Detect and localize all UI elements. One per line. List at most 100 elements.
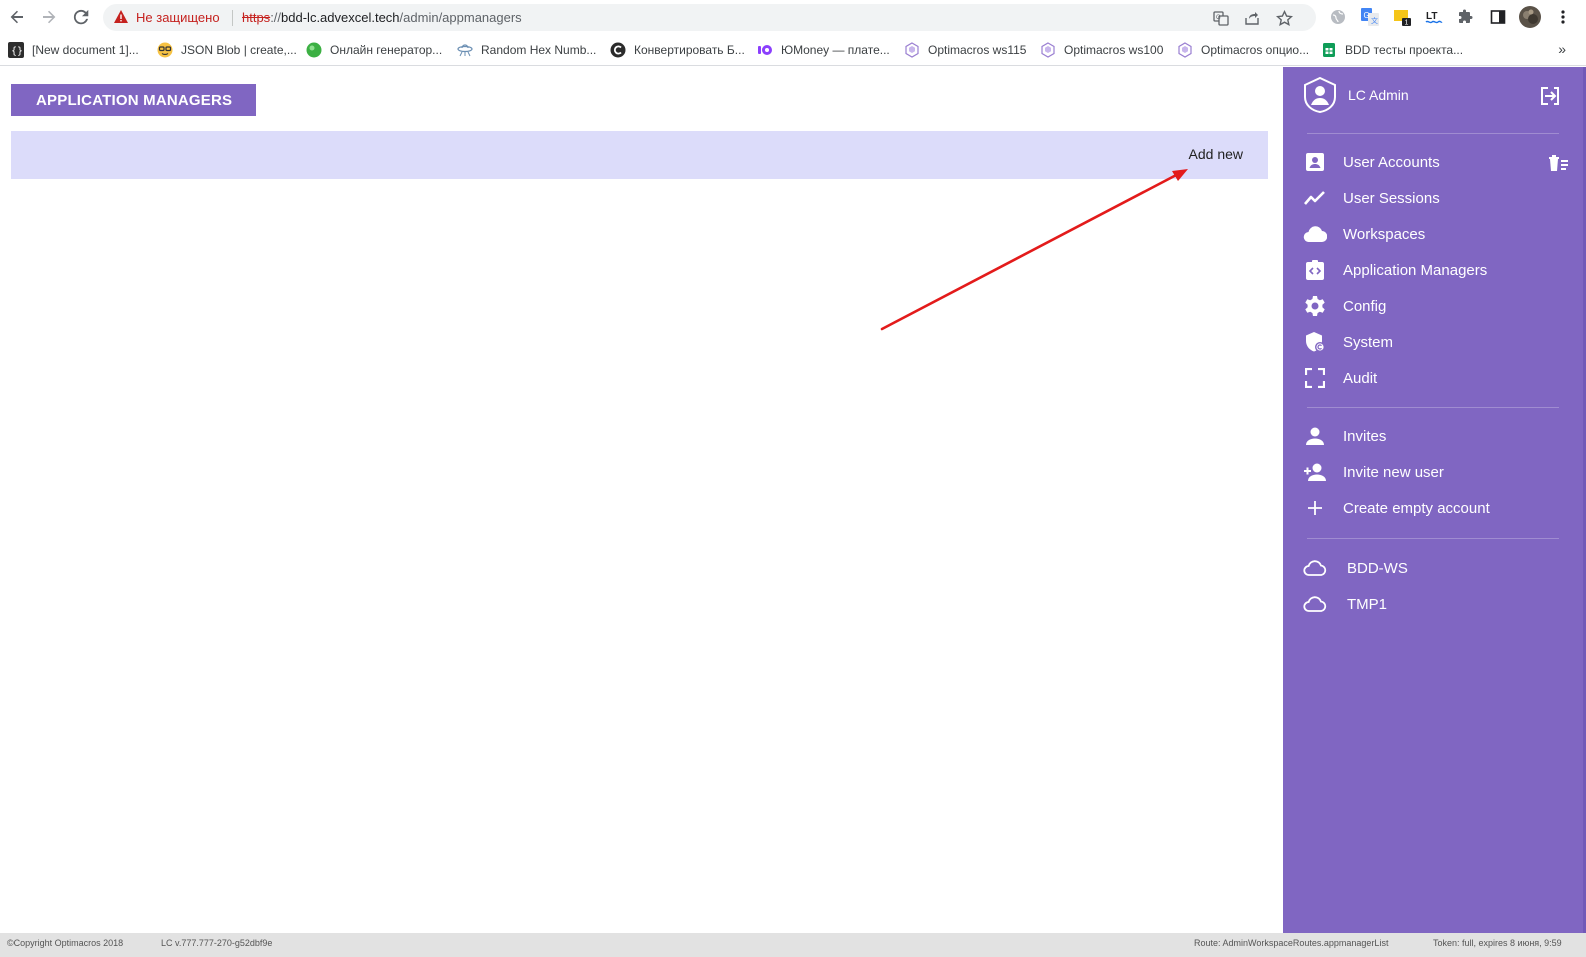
fullscreen-icon <box>1303 366 1327 390</box>
kebab-menu-icon[interactable] <box>1553 7 1573 27</box>
bookmarks-bar: {} [New document 1]... JSON Blob | creat… <box>0 34 1586 66</box>
url-scheme: https <box>242 10 271 25</box>
share-icon[interactable] <box>1242 8 1262 28</box>
admin-sidebar: LC Admin User Accounts User Sessions Wor… <box>1283 67 1586 933</box>
bookmark-item[interactable]: BDD тесты проекта... <box>1321 40 1463 60</box>
optimacros-icon <box>904 42 920 58</box>
clear-trash-icon[interactable] <box>1546 153 1570 178</box>
sidebar-item-audit[interactable]: Audit <box>1303 363 1565 393</box>
translate-icon[interactable]: G <box>1211 8 1231 28</box>
puzzle-icon[interactable] <box>1456 7 1476 27</box>
url-host: bdd-lc.advexcel.tech <box>281 10 400 25</box>
sidebar-item-application-managers[interactable]: Application Managers <box>1303 255 1565 285</box>
copyright-text: ©Copyright Optimacros 2018 <box>7 938 124 948</box>
bookmark-item[interactable]: Optimacros ws115 <box>904 40 1026 60</box>
sidebar-item-system[interactable]: System <box>1303 327 1565 357</box>
profile-avatar[interactable] <box>1518 5 1542 29</box>
svg-text:LT: LT <box>1426 11 1437 22</box>
sidebar-item-invite-new-user[interactable]: Invite new user <box>1303 457 1565 487</box>
sidebar-workspace-bdd-ws[interactable]: BDD-WS <box>1303 553 1565 583</box>
sidebar-item-label: Audit <box>1343 369 1378 387</box>
sidebar-item-label: User Accounts <box>1343 153 1440 171</box>
sidebar-item-config[interactable]: Config <box>1303 291 1565 321</box>
sidebar-divider <box>1307 538 1559 539</box>
sidebar-item-user-sessions[interactable]: User Sessions <box>1303 183 1565 213</box>
user-name: LC Admin <box>1348 87 1409 103</box>
forward-icon[interactable] <box>38 6 60 28</box>
globe-extension-icon[interactable] <box>1328 7 1348 27</box>
sidebar-divider <box>1307 407 1559 408</box>
svg-text:文: 文 <box>1371 16 1378 25</box>
google-translate-icon[interactable]: G文 <box>1360 7 1380 27</box>
side-panel-icon[interactable] <box>1488 7 1508 27</box>
bookmark-label: Optimacros ws115 <box>928 43 1027 57</box>
sidebar-item-label: Config <box>1343 297 1387 315</box>
annotation-arrow <box>880 169 1188 331</box>
status-bar: ©Copyright Optimacros 2018 LC v.777.777-… <box>0 933 1586 957</box>
page-title: APPLICATION MANAGERS <box>11 84 256 116</box>
bookmark-label: Конвертировать Б... <box>634 43 745 57</box>
sidebar-workspace-tmp1[interactable]: TMP1 <box>1303 589 1565 619</box>
sidebar-item-invites[interactable]: Invites <box>1303 421 1565 451</box>
sidebar-item-label: Application Managers <box>1343 261 1488 279</box>
url-separator: :// <box>270 10 282 25</box>
app-code-icon <box>1303 258 1327 282</box>
sidebar-item-label: User Sessions <box>1343 189 1440 207</box>
url-path: /admin/appmanagers <box>399 10 522 25</box>
address-bar[interactable]: Не защищено https://bdd-lc.advexcel.tech… <box>103 4 1316 31</box>
cloud-outline-icon <box>1303 556 1327 580</box>
account-box-icon <box>1303 150 1327 174</box>
bookmark-item[interactable]: {} [New document 1]... <box>8 40 139 60</box>
bookmark-item[interactable]: Конвертировать Б... <box>610 40 745 60</box>
bookmark-item[interactable]: Optimacros ws100 <box>1040 40 1163 60</box>
bookmark-label: JSON Blob | create,... <box>181 43 297 57</box>
sidebar-item-create-empty-account[interactable]: Create empty account <box>1303 493 1565 523</box>
sidebar-divider <box>1307 133 1559 134</box>
c-logo-icon <box>610 42 626 58</box>
sidebar-item-label: System <box>1343 333 1394 351</box>
optimacros-icon <box>1177 42 1193 58</box>
add-new-button[interactable]: Add new <box>1189 146 1243 162</box>
plus-icon <box>1303 496 1327 520</box>
bookmark-star-icon[interactable] <box>1274 8 1294 28</box>
bookmarks-overflow-button[interactable]: » <box>1558 41 1566 57</box>
bookmark-item[interactable]: Random Hex Numb... <box>457 40 596 60</box>
svg-text:1: 1 <box>1405 20 1409 27</box>
nerd-face-icon <box>157 42 173 58</box>
sidebar-item-user-accounts[interactable]: User Accounts <box>1303 147 1565 177</box>
back-icon[interactable] <box>6 6 28 28</box>
sidebar-item-workspaces[interactable]: Workspaces <box>1303 219 1565 249</box>
green-circle-icon <box>306 42 322 58</box>
url-text[interactable]: https://bdd-lc.advexcel.tech/admin/appma… <box>242 10 522 25</box>
bookmark-item[interactable]: Онлайн генератор... <box>306 40 442 60</box>
svg-text:{}: {} <box>11 46 23 57</box>
shield-icon <box>1303 330 1327 354</box>
app-page: APPLICATION MANAGERS Add new LC Admin Us… <box>0 67 1586 933</box>
sidebar-item-label: Workspaces <box>1343 225 1426 243</box>
route-text: Route: AdminWorkspaceRoutes.appmanagerLi… <box>1194 938 1389 948</box>
sidebar-item-label: Invites <box>1343 427 1387 445</box>
bookmark-item[interactable]: JSON Blob | create,... <box>157 40 297 60</box>
token-text: Token: full, expires 8 июня, 9:59 <box>1433 938 1562 948</box>
bookmark-label: [New document 1]... <box>32 43 139 57</box>
gear-icon <box>1303 294 1327 318</box>
ufo-icon <box>457 42 473 58</box>
braces-icon: {} <box>8 42 24 58</box>
action-bar: Add new <box>11 131 1268 179</box>
svg-text:G: G <box>1216 15 1221 21</box>
svg-text:G: G <box>1364 11 1370 20</box>
bookmark-item[interactable]: Optimacros опцио... <box>1177 40 1309 60</box>
lt-extension-icon[interactable]: LT <box>1424 7 1444 27</box>
reload-icon[interactable] <box>70 6 92 28</box>
user-block: LC Admin <box>1303 76 1573 117</box>
logout-icon[interactable] <box>1539 85 1561 112</box>
bookmark-item[interactable]: ЮMoney — плате... <box>757 40 890 60</box>
notes-extension-icon[interactable]: 1 <box>1392 7 1412 27</box>
warning-icon <box>113 9 129 30</box>
bookmark-label: Optimacros опцио... <box>1201 43 1310 57</box>
cloud-icon <box>1303 222 1327 246</box>
bookmark-label: Онлайн генератор... <box>330 43 443 57</box>
workspace-label: TMP1 <box>1347 595 1388 613</box>
version-text: LC v.777.777-270-g52dbf9e <box>161 938 273 948</box>
security-label[interactable]: Не защищено <box>136 10 220 25</box>
